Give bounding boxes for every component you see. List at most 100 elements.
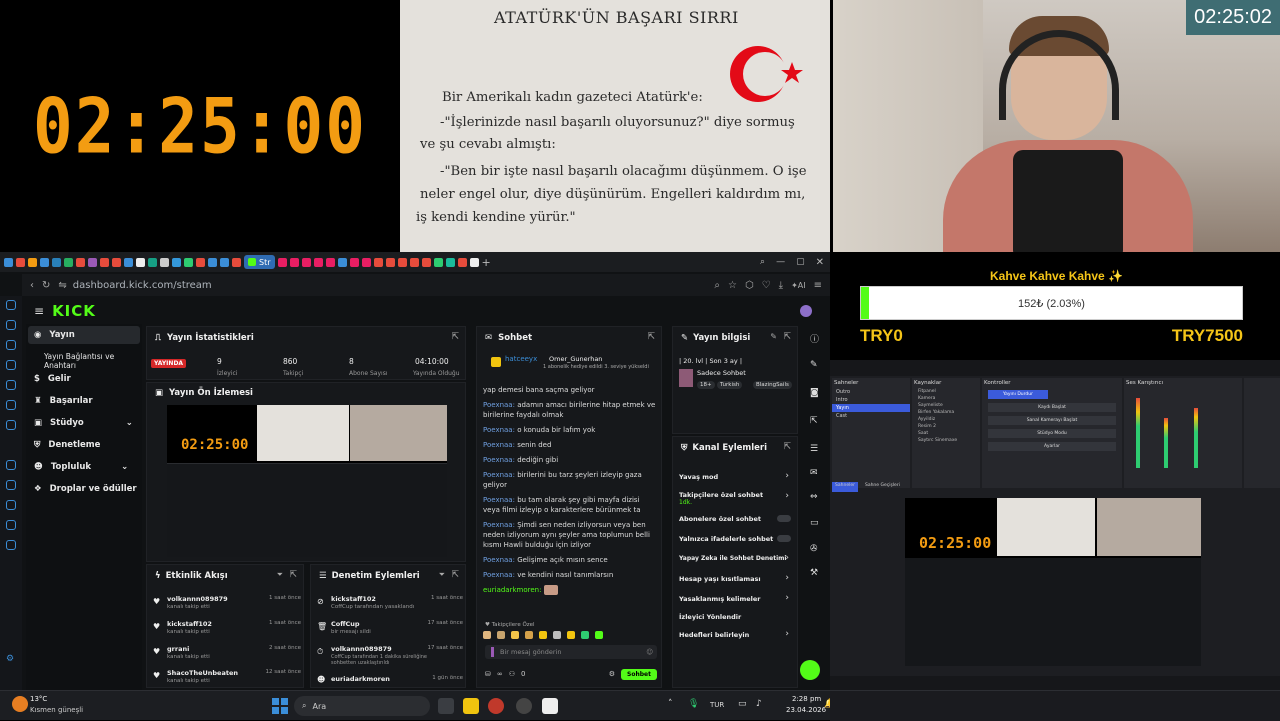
card-icon[interactable]: ▭ — [810, 518, 819, 528]
tab-icon[interactable] — [148, 257, 157, 267]
green-action-button[interactable] — [800, 660, 820, 680]
emoji-icon[interactable]: ☺ — [646, 648, 653, 656]
sidebar-tool-icon[interactable] — [6, 420, 16, 430]
tab-icon[interactable] — [220, 257, 229, 267]
url-text[interactable]: dashboard.kick.com/stream — [73, 280, 212, 291]
sidebar-item-gelir[interactable]: $ Gelir — [34, 374, 71, 384]
sidebar-tool-icon[interactable] — [6, 500, 16, 510]
chevron-right-icon[interactable]: › — [785, 593, 789, 603]
obs-taskbar-icon[interactable] — [516, 698, 532, 714]
tab-icon[interactable] — [469, 257, 479, 267]
zoom-icon[interactable]: ⌕ — [714, 280, 720, 291]
tab-icon[interactable] — [325, 257, 335, 267]
ai-icon[interactable]: ✦AI — [791, 281, 806, 290]
clock-time[interactable]: 2:28 pm — [792, 695, 821, 703]
tab-icon[interactable] — [397, 257, 407, 267]
toggle-switch[interactable] — [777, 515, 791, 522]
tab-icon[interactable] — [409, 257, 419, 267]
close-icon[interactable]: ✕ — [816, 257, 824, 268]
sidebar-item-stream-key[interactable]: Yayın Bağlantısı ve Anahtarı — [44, 352, 142, 370]
tab-icon[interactable] — [349, 257, 359, 267]
send-button[interactable]: Sohbet — [621, 668, 657, 680]
obs-scene-item[interactable]: Yayın — [832, 404, 910, 412]
obs-source-item[interactable]: Saat — [912, 430, 980, 437]
chevron-right-icon[interactable]: › — [785, 629, 789, 639]
obs-settings-button[interactable]: Ayarlar — [988, 442, 1116, 451]
sidebar-tool-icon[interactable] — [6, 320, 16, 330]
sidebar-tool-icon[interactable] — [6, 460, 16, 470]
tray-chevron-icon[interactable]: ˄ — [668, 699, 673, 709]
sidebar-tool-icon[interactable] — [6, 480, 16, 490]
network-icon[interactable]: ▭ — [738, 699, 747, 709]
toggle-switch[interactable] — [777, 535, 791, 542]
wrench-icon[interactable]: ✇ — [810, 544, 818, 554]
search-icon[interactable]: ⌕ — [760, 257, 765, 267]
emote-icon[interactable] — [595, 631, 603, 639]
tab-icon[interactable] — [361, 257, 371, 267]
action-banned-words[interactable]: Yasaklanmış kelimeler — [679, 595, 761, 603]
tab-icon[interactable] — [172, 257, 181, 267]
obs-tab-scenes[interactable]: Sahneler — [832, 482, 858, 492]
menu-icon[interactable]: ≡ — [814, 280, 822, 291]
obs-source-item[interactable]: Ayyildiz — [912, 416, 980, 423]
site-settings-icon[interactable]: ⇋ — [58, 280, 66, 291]
active-tab[interactable]: Str — [244, 255, 275, 269]
refresh-icon[interactable]: ↻ — [42, 280, 50, 291]
obs-tab-transitions[interactable]: Sahne Geçişleri — [862, 482, 903, 492]
emote-icon[interactable] — [539, 631, 547, 639]
sidebar-tool-icon[interactable] — [6, 340, 16, 350]
pencil-icon[interactable]: ✎ — [810, 360, 818, 370]
tab-icon[interactable] — [112, 257, 121, 267]
swap-icon[interactable]: ⇔ — [810, 492, 818, 502]
pinned-message[interactable]: hatceeyx Omer_Gunerhan 1 abonelik hediye… — [483, 351, 655, 381]
download-icon[interactable]: ⤓ — [779, 280, 783, 291]
settings-icon[interactable]: ⚙ — [6, 654, 14, 664]
obs-studio-mode-button[interactable]: Stüdyo Modu — [988, 429, 1116, 438]
language-indicator[interactable]: TUR — [710, 701, 724, 709]
favorite-icon[interactable]: ♡ — [762, 280, 771, 291]
volume-icon[interactable]: ♪ — [756, 699, 762, 709]
sidebar-item-basarilar[interactable]: ♜ Başarılar — [34, 396, 93, 406]
popout-icon[interactable]: ⇱ — [783, 332, 791, 342]
tab-icon[interactable] — [16, 257, 25, 267]
obs-scene-item[interactable]: Cast — [832, 412, 910, 420]
tab-icon[interactable] — [232, 257, 241, 267]
tab-icon[interactable] — [184, 257, 193, 267]
emote-icon[interactable] — [483, 631, 491, 639]
camera-icon[interactable]: ◙ — [810, 388, 819, 398]
emote-icon[interactable] — [581, 631, 589, 639]
chevron-right-icon[interactable]: › — [785, 471, 789, 481]
sidebar-tool-icon[interactable] — [6, 360, 16, 370]
chat-icon[interactable]: ✉ — [810, 468, 818, 478]
filter-icon[interactable]: ⏷ — [277, 570, 283, 580]
obs-stop-stream-button[interactable]: Yayını Durdur — [988, 390, 1048, 399]
tab-icon[interactable] — [64, 257, 73, 267]
tab-icon[interactable] — [208, 257, 217, 267]
settings-icon[interactable]: ⚙ — [609, 670, 615, 678]
obs-source-item[interactable]: Fitpanel — [912, 388, 980, 395]
action-ai-moderation[interactable]: Yapay Zeka ile Sohbet Denetimi — [679, 555, 786, 562]
action-account-age[interactable]: Hesap yaşı kısıtlaması — [679, 575, 761, 583]
sidebar-item-droplar[interactable]: ❖ Droplar ve ödüller — [34, 484, 137, 494]
extension-icon[interactable]: ⬡ — [745, 280, 754, 291]
tab-icon[interactable] — [88, 257, 97, 267]
sidebar-item-topluluk[interactable]: ☻ Topluluk ⌄ — [34, 462, 128, 472]
sidebar-tool-icon[interactable] — [6, 300, 16, 310]
browser-taskbar-icon[interactable] — [488, 698, 504, 714]
back-icon[interactable]: ‹ — [30, 280, 34, 291]
emote-icon[interactable] — [553, 631, 561, 639]
tab-icon[interactable] — [136, 257, 145, 267]
chevron-right-icon[interactable]: › — [785, 553, 789, 563]
tab-icon[interactable] — [40, 257, 49, 267]
action-subscribers-chat[interactable]: Abonelere özel sohbet — [679, 515, 761, 523]
sidebar-tool-icon[interactable] — [6, 520, 16, 530]
tab-icon[interactable] — [433, 257, 443, 267]
obs-source-item[interactable]: Saytırc Sinemaxe — [912, 437, 980, 444]
tab-icon[interactable] — [313, 257, 323, 267]
list-icon[interactable]: ☰ — [810, 444, 818, 454]
tab-icon[interactable] — [289, 257, 299, 267]
popout-icon[interactable]: ⇱ — [451, 332, 459, 342]
tab-icon[interactable] — [124, 257, 133, 267]
emote-icon[interactable] — [567, 631, 575, 639]
browser-logo-icon[interactable] — [4, 257, 13, 267]
